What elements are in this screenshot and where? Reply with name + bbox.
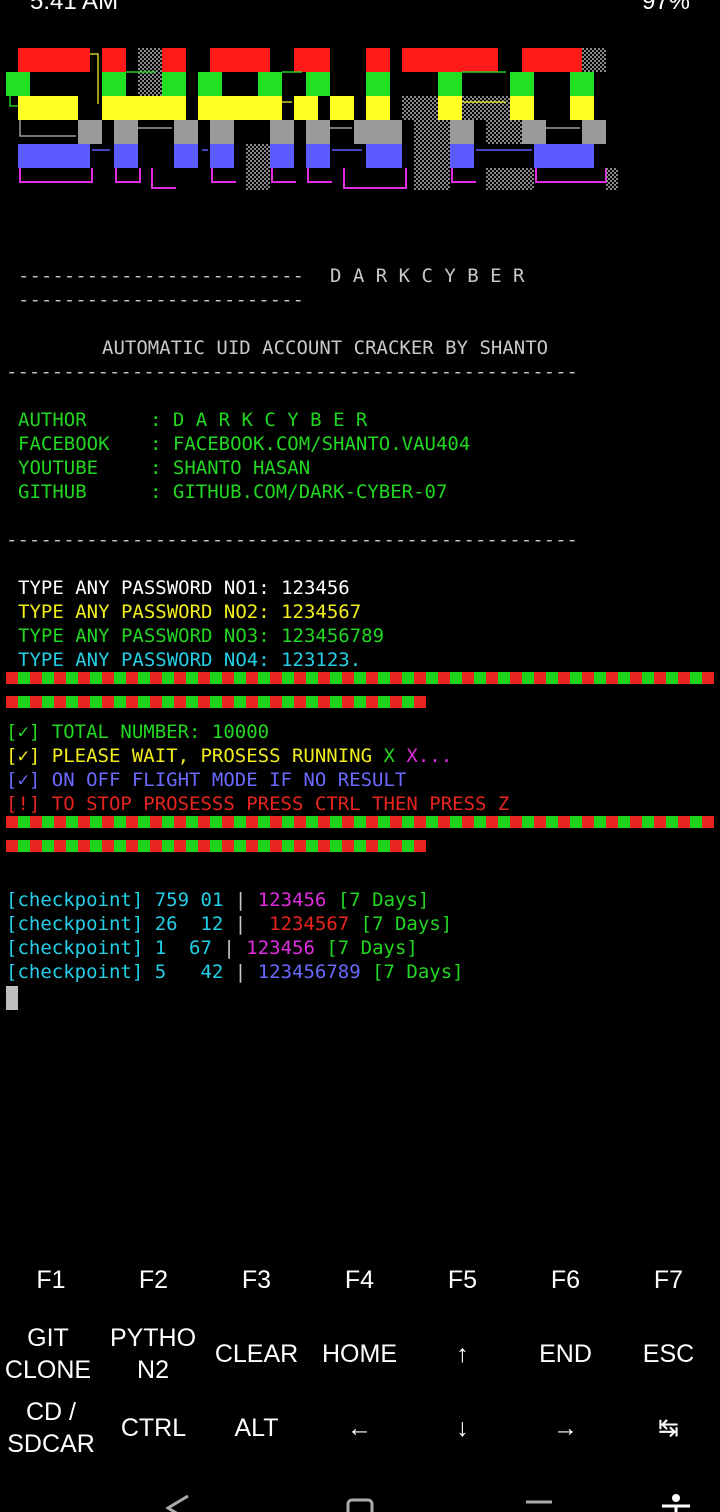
status-time: 5:41 AM	[30, 0, 119, 14]
stripe-divider-4	[6, 840, 426, 852]
separator-mid: ----------------------------------------…	[6, 529, 578, 551]
key-up-arrow[interactable]: ↑	[411, 1320, 514, 1388]
key-alt[interactable]: ALT	[205, 1394, 308, 1462]
stripe-divider-3	[6, 816, 714, 828]
result-days: [7 Days]	[337, 889, 430, 911]
status-bar: 5:41 AM 97%	[0, 0, 720, 14]
result-row: [checkpoint] 5 42 | 123456789 [7 Days]	[6, 961, 464, 983]
accessibility-icon[interactable]	[662, 1494, 690, 1512]
result-days: [7 Days]	[372, 961, 464, 983]
password-prompt: TYPE ANY PASSWORD NO3:	[18, 625, 282, 647]
key-python2[interactable]: PYTHON2	[104, 1320, 202, 1388]
running-x-magenta: X...	[394, 745, 453, 767]
key-left-arrow[interactable]: ←	[308, 1394, 411, 1462]
result-label: [checkpoint]	[6, 937, 144, 959]
password-line-1: TYPE ANY PASSWORD NO1: 123456	[18, 576, 350, 600]
status-stop-hint: [!] TO STOP PROSESSS PRESS CTRL THEN PRE…	[6, 793, 510, 815]
back-icon[interactable]	[165, 1494, 189, 1512]
info-github-value: : GITHUB.COM/DARK-CYBER-07	[150, 481, 448, 503]
key-tab[interactable]: ↹	[617, 1394, 720, 1462]
info-author-key: AUTHOR	[18, 409, 110, 431]
result-days: [7 Days]	[326, 937, 418, 959]
password-prompt: TYPE ANY PASSWORD NO2:	[18, 601, 282, 623]
result-password: 123456	[246, 937, 315, 959]
password-value: 123123.	[281, 649, 362, 671]
stripe-divider-1	[6, 672, 714, 684]
result-password: 1234567	[257, 913, 350, 935]
key-ctrl[interactable]: CTRL	[102, 1394, 205, 1462]
result-row: [checkpoint] 26 12 | 1234567 [7 Days]	[6, 913, 453, 935]
status-flight-mode: [✓] ON OFF FLIGHT MODE IF NO RESULT	[6, 769, 407, 791]
separator-top: ----------------------------------------…	[6, 361, 578, 383]
key-f1[interactable]: F1	[0, 1258, 102, 1302]
header-dash-line-1: -------------------------	[18, 265, 316, 287]
key-cd-sdcard[interactable]: CD / SDCAR	[0, 1394, 102, 1462]
header-dash-line-2: -------------------------	[18, 289, 304, 311]
key-right-arrow[interactable]: →	[514, 1394, 617, 1462]
password-value: 1234567	[281, 601, 362, 623]
key-git-clone[interactable]: GIT CLONE	[0, 1320, 96, 1388]
key-f4[interactable]: F4	[308, 1258, 411, 1302]
info-facebook-key: FACEBOOK	[18, 433, 110, 455]
info-youtube-value: : SHANTO HASAN	[150, 457, 311, 479]
password-line-3: TYPE ANY PASSWORD NO3: 123456789	[18, 624, 384, 648]
result-password: 123456789	[257, 961, 361, 983]
password-prompt: TYPE ANY PASSWORD NO1:	[18, 577, 282, 599]
brand-title: D A R K C Y B E R	[330, 265, 525, 287]
check-tag: [✓]	[6, 769, 41, 791]
info-facebook-value: : FACEBOOK.COM/SHANTO.VAU404	[150, 433, 471, 455]
result-label: [checkpoint]	[6, 889, 144, 911]
key-f3[interactable]: F3	[205, 1258, 308, 1302]
key-clear[interactable]: CLEAR	[205, 1320, 308, 1388]
status-please-wait: [✓] PLEASE WAIT, PROSESS RUNNING X X...	[6, 745, 453, 767]
result-days: [7 Days]	[360, 913, 453, 935]
status-battery: 97%	[641, 0, 690, 14]
colorful-ascii-banner	[6, 48, 618, 190]
terminal-cursor	[6, 986, 18, 1010]
android-nav-bar	[165, 1494, 690, 1512]
check-tag: [✓]	[6, 745, 41, 767]
result-password: 123456	[257, 889, 327, 911]
app-subtitle: AUTOMATIC UID ACCOUNT CRACKER BY SHANTO	[102, 337, 549, 359]
result-label: [checkpoint]	[6, 961, 144, 983]
password-line-2: TYPE ANY PASSWORD NO2: 1234567	[18, 600, 361, 624]
key-end[interactable]: END	[514, 1320, 617, 1388]
password-value: 123456789	[281, 625, 385, 647]
result-row: [checkpoint] 1 67 | 123456 [7 Days]	[6, 937, 418, 959]
running-x-green: X	[383, 745, 395, 767]
key-home[interactable]: HOME	[308, 1320, 411, 1388]
status-total-number: [✓] TOTAL NUMBER: 10000	[6, 721, 270, 743]
warning-tag: [!]	[6, 793, 41, 815]
result-row: [checkpoint] 759 01 | 123456 [7 Days]	[6, 889, 430, 911]
info-author-value: : D A R K C Y B E R	[150, 409, 368, 431]
key-f2[interactable]: F2	[102, 1258, 205, 1302]
info-youtube-key: YOUTUBE	[18, 457, 110, 479]
key-down-arrow[interactable]: ↓	[411, 1394, 514, 1462]
key-f5[interactable]: F5	[411, 1258, 514, 1302]
info-github-key: GITHUB	[18, 481, 110, 503]
check-tag: [✓]	[6, 721, 41, 743]
password-line-4: TYPE ANY PASSWORD NO4: 123123.	[18, 648, 361, 672]
key-f6[interactable]: F6	[514, 1258, 617, 1302]
key-esc[interactable]: ESC	[617, 1320, 720, 1388]
key-f7[interactable]: F7	[617, 1258, 720, 1302]
result-label: [checkpoint]	[6, 913, 144, 935]
home-icon[interactable]	[346, 1498, 374, 1512]
stripe-divider-2	[6, 696, 426, 708]
password-value: 123456	[281, 577, 350, 599]
password-prompt: TYPE ANY PASSWORD NO4:	[18, 649, 282, 671]
